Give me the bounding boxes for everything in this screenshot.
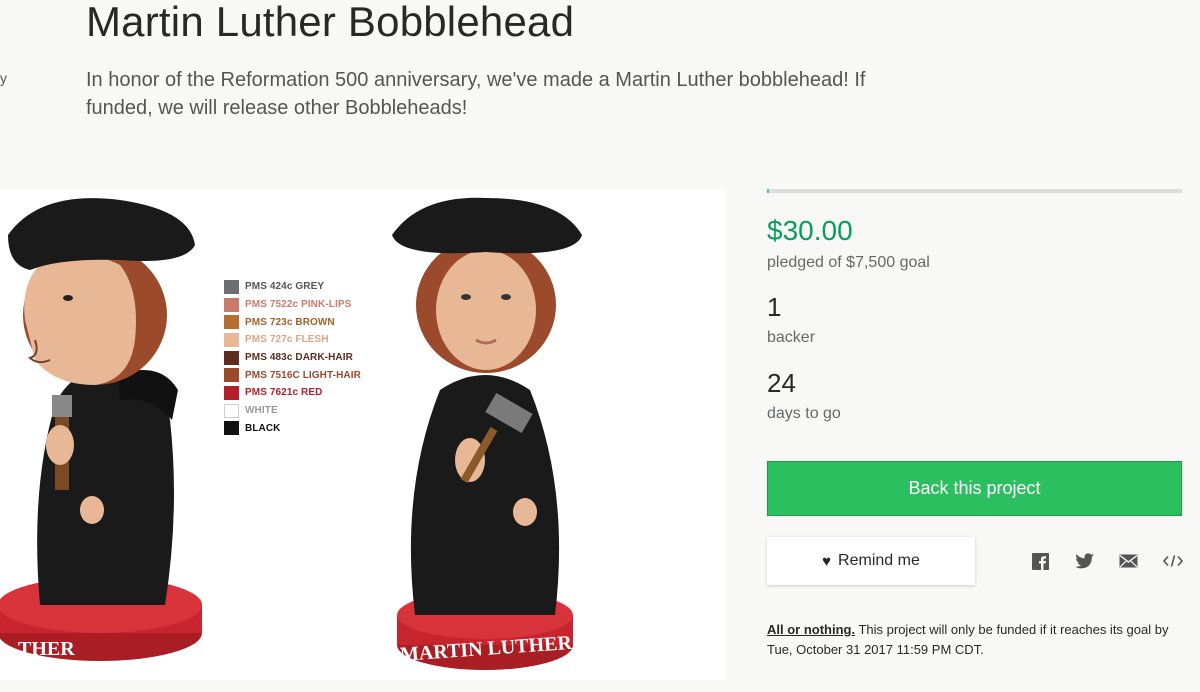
days-count: 24 [767, 368, 796, 398]
funding-progress-fill [767, 189, 769, 193]
cropped-sidebar-text: y [0, 70, 7, 86]
funding-progress-bar [767, 189, 1182, 193]
swatch-label: PMS 424c GREY [245, 281, 325, 293]
color-swatch [224, 315, 239, 330]
funding-terms-note: All or nothing. This project will only b… [767, 620, 1187, 660]
swatch-label: PMS 7516C LIGHT-HAIR [245, 369, 361, 381]
swatch-row: PMS 727c FLESH [224, 331, 361, 349]
remind-me-label: Remind me [838, 552, 920, 569]
color-swatch [224, 403, 239, 418]
facebook-icon[interactable] [1029, 552, 1051, 570]
swatch-row: PMS 7516C LIGHT-HAIR [224, 366, 361, 384]
project-media-image[interactable]: THER MARTIN LUTHER [0, 190, 726, 680]
swatch-row: PMS 7522c PINK-LIPS [224, 296, 361, 314]
heart-icon: ♥ [822, 552, 832, 570]
swatch-label: PMS 7621c RED [245, 387, 323, 399]
back-this-project-button[interactable]: Back this project [767, 461, 1182, 516]
project-blurb: In honor of the Reformation 500 annivers… [86, 69, 866, 119]
email-icon[interactable] [1117, 552, 1139, 570]
bobblehead-profile-figure [0, 198, 202, 661]
embed-icon[interactable] [1162, 552, 1184, 570]
swatch-row: WHITE [224, 402, 361, 420]
pledged-amount: $30.00 [767, 215, 853, 246]
swatch-row: BLACK [224, 420, 361, 438]
color-swatch [224, 385, 239, 400]
color-swatch [224, 279, 239, 294]
swatch-row: PMS 424c GREY [224, 278, 361, 296]
swatch-row: PMS 723c BROWN [224, 313, 361, 331]
bobblehead-front-figure [392, 197, 582, 670]
color-swatch-legend: PMS 424c GREY PMS 7522c PINK-LIPS PMS 723c… [224, 278, 361, 437]
swatch-label: PMS 483c DARK-HAIR [245, 352, 353, 364]
swatch-row: PMS 7621c RED [224, 384, 361, 402]
days-label: days to go [767, 405, 841, 422]
backers-label: backer [767, 329, 816, 346]
project-title: Martin Luther Bobblehead [86, 0, 575, 45]
swatch-row: PMS 483c DARK-HAIR [224, 349, 361, 367]
all-or-nothing-link[interactable]: All or nothing. [767, 622, 855, 637]
swatch-label: PMS 723c BROWN [245, 316, 335, 328]
base-label-left: THER [18, 638, 75, 660]
swatch-label: PMS 7522c PINK-LIPS [245, 299, 352, 311]
color-swatch [224, 332, 239, 347]
bobblehead-illustration: THER MARTIN LUTHER [0, 197, 582, 670]
pledged-goal-text: pledged of $7,500 goal [767, 254, 930, 271]
backers-count: 1 [767, 292, 782, 322]
swatch-label: PMS 727c FLESH [245, 334, 329, 346]
color-swatch [224, 350, 239, 365]
swatch-label: BLACK [245, 422, 281, 434]
remind-me-button[interactable]: ♥ Remind me [767, 537, 975, 585]
twitter-icon[interactable] [1073, 552, 1095, 570]
color-swatch [224, 421, 239, 436]
color-swatch [224, 297, 239, 312]
swatch-label: WHITE [245, 405, 278, 417]
color-swatch [224, 368, 239, 383]
